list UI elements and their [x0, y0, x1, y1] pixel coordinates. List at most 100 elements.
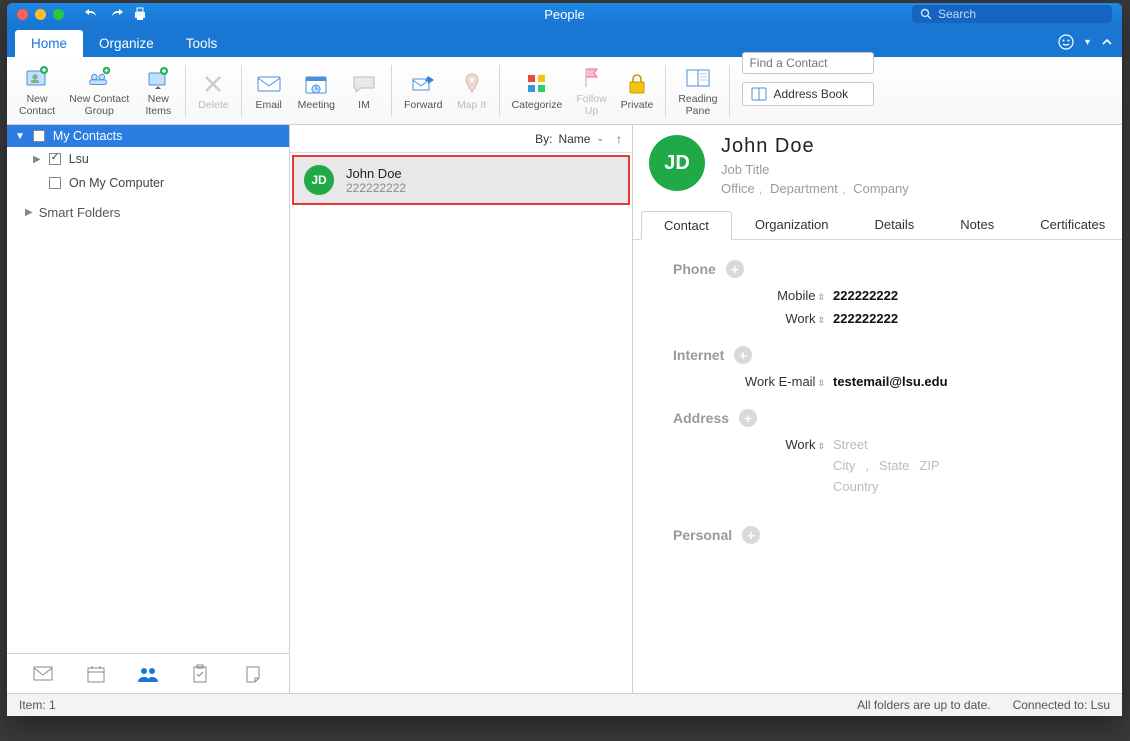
- sidebar: ▼ My Contacts ▶ Lsu On My Computer ▶ Sma…: [7, 125, 290, 693]
- mobile-value[interactable]: 222222222: [833, 288, 898, 303]
- ribbon-separator: [665, 65, 666, 117]
- reading-pane-icon: [684, 64, 712, 92]
- ribbon: New Contact New Contact Group New Items …: [7, 57, 1122, 125]
- sort-ascending-icon[interactable]: ↑: [616, 132, 622, 146]
- find-contact-input[interactable]: [742, 52, 874, 74]
- checkbox[interactable]: [33, 130, 45, 142]
- meeting-icon: [302, 70, 330, 98]
- window-controls: [17, 9, 64, 20]
- sidebar-item-lsu[interactable]: ▶ Lsu: [7, 147, 289, 171]
- city-placeholder[interactable]: City: [833, 458, 855, 473]
- im-label: IM: [358, 100, 370, 112]
- tab-organize[interactable]: Organize: [83, 30, 170, 57]
- notes-icon[interactable]: [241, 662, 265, 686]
- contact-name: John Doe: [721, 135, 909, 158]
- lock-icon: [623, 70, 651, 98]
- contact-list-item[interactable]: JD John Doe 222222222: [292, 155, 630, 205]
- work-address-label[interactable]: Work: [785, 437, 815, 452]
- street-placeholder[interactable]: Street: [833, 437, 940, 452]
- im-button[interactable]: IM: [343, 61, 385, 121]
- sync-status: All folders are up to date.: [857, 698, 990, 712]
- detail-header: JD John Doe Job Title Office, Department…: [633, 125, 1122, 202]
- chevron-right-icon: ▶: [33, 154, 41, 165]
- tab-tools[interactable]: Tools: [170, 30, 234, 57]
- org-placeholders[interactable]: Office, Department, Company: [721, 181, 909, 196]
- calendar-icon[interactable]: [84, 662, 108, 686]
- sidebar-item-smart-folders[interactable]: ▶ Smart Folders: [7, 195, 289, 225]
- print-icon[interactable]: [132, 6, 148, 22]
- address-book-label: Address Book: [773, 87, 848, 101]
- private-button[interactable]: Private: [615, 61, 660, 121]
- add-address-button[interactable]: +: [739, 409, 757, 427]
- window-title: People: [544, 7, 584, 22]
- zoom-window-button[interactable]: [53, 9, 64, 20]
- work-email-label[interactable]: Work E-mail: [745, 374, 816, 389]
- field-work-phone: Work⇳ 222222222: [733, 307, 1098, 330]
- new-items-label: New Items: [145, 94, 171, 117]
- email-button[interactable]: Email: [248, 61, 290, 121]
- categorize-button[interactable]: Categorize: [506, 61, 569, 121]
- tab-certificates[interactable]: Certificates: [1017, 210, 1122, 239]
- checkbox[interactable]: [49, 177, 61, 189]
- tab-notes[interactable]: Notes: [937, 210, 1017, 239]
- add-internet-button[interactable]: +: [734, 346, 752, 364]
- add-phone-button[interactable]: +: [726, 260, 744, 278]
- nav-switcher: [7, 653, 289, 693]
- new-contact-button[interactable]: New Contact: [13, 61, 61, 121]
- undo-icon[interactable]: [84, 7, 100, 21]
- section-internet: Internet +: [673, 346, 1098, 364]
- new-contact-group-button[interactable]: New Contact Group: [63, 61, 135, 121]
- work-phone-label[interactable]: Work: [785, 311, 815, 326]
- tab-organization[interactable]: Organization: [732, 210, 852, 239]
- sidebar-item-my-contacts[interactable]: ▼ My Contacts: [7, 125, 289, 147]
- updown-icon[interactable]: ⇳: [817, 292, 823, 302]
- new-items-button[interactable]: New Items: [137, 61, 179, 121]
- close-window-button[interactable]: [17, 9, 28, 20]
- ribbon-separator: [241, 65, 242, 117]
- minimize-window-button[interactable]: [35, 9, 46, 20]
- search-box[interactable]: [912, 5, 1112, 23]
- email-label: Email: [256, 100, 282, 112]
- avatar: JD: [304, 165, 334, 195]
- map-it-button[interactable]: Map It: [451, 61, 493, 121]
- tasks-icon[interactable]: [188, 662, 212, 686]
- sidebar-item-on-my-computer[interactable]: On My Computer: [7, 171, 289, 195]
- work-phone-value[interactable]: 222222222: [833, 311, 898, 326]
- forward-button[interactable]: Forward: [398, 61, 449, 121]
- forward-label: Forward: [404, 100, 443, 112]
- tab-home[interactable]: Home: [15, 30, 83, 57]
- reading-pane-button[interactable]: Reading Pane: [672, 61, 723, 121]
- redo-icon[interactable]: [108, 7, 124, 21]
- people-icon[interactable]: [136, 662, 160, 686]
- address-book-icon: [751, 87, 767, 101]
- updown-icon[interactable]: ⇳: [817, 315, 823, 325]
- follow-up-button[interactable]: Follow Up: [570, 61, 612, 121]
- mail-icon[interactable]: [31, 662, 55, 686]
- work-email-value[interactable]: testemail@lsu.edu: [833, 374, 948, 389]
- avatar: JD: [649, 135, 705, 191]
- im-icon: [350, 70, 378, 98]
- email-icon: [255, 70, 283, 98]
- search-input[interactable]: [938, 7, 1104, 21]
- zip-placeholder[interactable]: ZIP: [919, 458, 939, 473]
- search-icon: [920, 8, 932, 20]
- new-items-icon: [144, 64, 172, 92]
- feedback-icon[interactable]: [1057, 33, 1075, 51]
- tab-contact[interactable]: Contact: [641, 211, 732, 240]
- add-personal-button[interactable]: +: [742, 526, 760, 544]
- job-title-placeholder[interactable]: Job Title: [721, 162, 909, 177]
- meeting-button[interactable]: Meeting: [292, 61, 341, 121]
- sort-by-label: By:: [535, 132, 552, 146]
- mobile-label[interactable]: Mobile: [777, 288, 815, 303]
- tab-details[interactable]: Details: [852, 210, 938, 239]
- country-placeholder[interactable]: Country: [833, 479, 940, 494]
- delete-button[interactable]: Delete: [192, 61, 234, 121]
- sidebar-item-label: My Contacts: [53, 129, 122, 143]
- updown-icon[interactable]: ⇳: [817, 441, 823, 451]
- updown-icon[interactable]: ⇳: [817, 378, 823, 388]
- address-book-button[interactable]: Address Book: [742, 82, 874, 106]
- list-sort-header[interactable]: By: Name ⌄ ↑: [290, 125, 632, 153]
- collapse-ribbon-icon[interactable]: [1100, 35, 1114, 49]
- checkbox-checked[interactable]: [49, 153, 61, 165]
- state-placeholder[interactable]: State: [879, 458, 909, 473]
